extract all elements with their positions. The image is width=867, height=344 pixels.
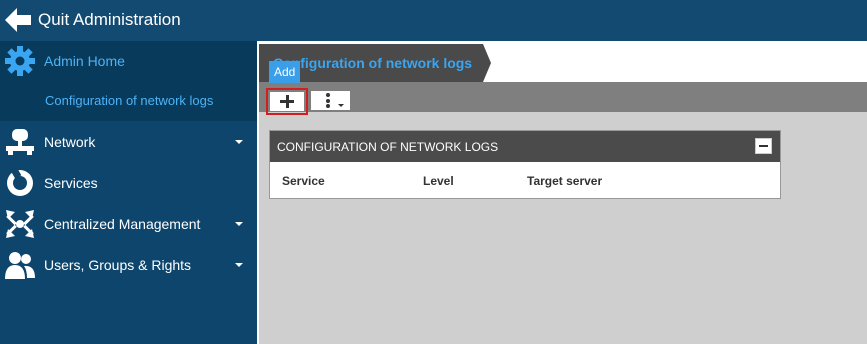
column-header-service[interactable]: Service xyxy=(282,174,325,188)
sidebar: Admin Home Configuration of network logs… xyxy=(0,41,257,344)
column-header-level[interactable]: Level xyxy=(423,174,454,188)
centralized-management-icon xyxy=(6,210,34,238)
chevron-down-icon xyxy=(235,263,243,267)
panel-header: CONFIGURATION OF NETWORK LOGS xyxy=(270,131,780,162)
table-header-row: Service Level Target server xyxy=(282,174,762,190)
sidebar-item-users-groups-rights[interactable]: Users, Groups & Rights xyxy=(0,245,257,286)
breadcrumb-bar: Configuration of network logs xyxy=(259,41,867,82)
add-button-face xyxy=(270,92,304,111)
toolbar xyxy=(259,82,867,115)
add-button[interactable] xyxy=(266,88,308,115)
sidebar-item-network[interactable]: Network xyxy=(0,122,257,163)
minus-icon xyxy=(759,145,768,147)
network-icon xyxy=(6,129,34,155)
panel-title: CONFIGURATION OF NETWORK LOGS xyxy=(277,140,499,154)
add-tooltip: Add xyxy=(269,61,301,83)
network-logs-panel: CONFIGURATION OF NETWORK LOGS Service Le… xyxy=(269,130,781,199)
sidebar-item-label: Admin Home xyxy=(44,53,125,69)
sidebar-item-label: Services xyxy=(44,175,98,191)
sidebar-item-centralized-management[interactable]: Centralized Management xyxy=(0,204,257,245)
sidebar-item-label: Users, Groups & Rights xyxy=(44,257,192,273)
more-vertical-icon-dot xyxy=(326,98,330,103)
users-icon xyxy=(5,252,35,279)
chevron-down-icon xyxy=(235,222,243,226)
more-actions-button[interactable] xyxy=(311,91,350,110)
plus-icon-vertical xyxy=(285,95,289,108)
sidebar-subitem-network-logs[interactable]: Configuration of network logs xyxy=(45,93,213,108)
back-arrow-icon[interactable] xyxy=(5,8,31,32)
collapse-button[interactable] xyxy=(755,138,772,154)
more-vertical-icon xyxy=(326,93,330,97)
chevron-down-icon xyxy=(338,104,344,107)
services-icon xyxy=(7,167,33,196)
column-header-target-server[interactable]: Target server xyxy=(527,174,602,188)
app-header: Quit Administration xyxy=(0,0,867,41)
breadcrumb-title[interactable]: Configuration of network logs xyxy=(273,55,472,71)
sidebar-item-label: Network xyxy=(44,134,96,150)
more-vertical-icon-dot xyxy=(326,104,330,108)
sidebar-item-admin-home[interactable]: Admin Home xyxy=(0,41,257,82)
gear-icon xyxy=(5,46,35,76)
app-title: Quit Administration xyxy=(38,10,181,29)
sidebar-item-services[interactable]: Services xyxy=(0,163,257,204)
main-content: Configuration of network logs Add CONFIG… xyxy=(259,41,867,344)
chevron-down-icon xyxy=(235,140,243,144)
sidebar-item-label: Centralized Management xyxy=(44,216,201,232)
